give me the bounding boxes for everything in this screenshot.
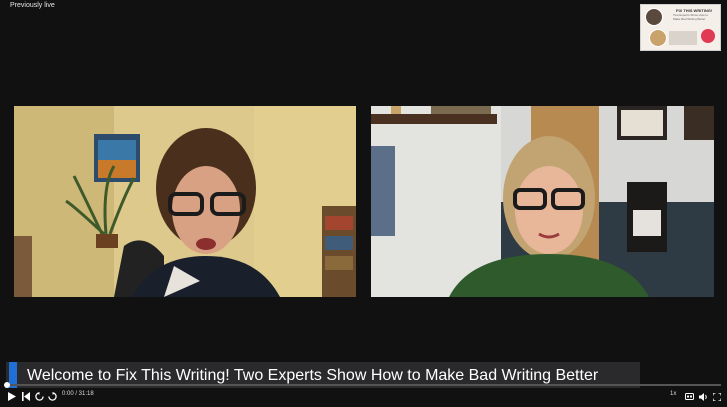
play-icon[interactable] — [7, 390, 17, 403]
volume-icon[interactable] — [698, 390, 708, 403]
playback-rate-button[interactable]: 1x — [670, 391, 676, 397]
event-thumbnail[interactable]: FIX THIS WRITING! Two Experts Show How t… — [640, 4, 721, 51]
progress-bar[interactable] — [4, 382, 721, 388]
participant-video-right — [371, 106, 714, 297]
host-avatar — [645, 8, 663, 26]
time-display: 0:00 / 31:18 — [62, 391, 94, 397]
live-status-label: Previously live — [10, 2, 55, 9]
thumbnail-subtitle: Two Experts Show How to Make Bad Writing… — [673, 13, 709, 21]
date-badge — [701, 29, 715, 43]
guest-avatar — [649, 29, 667, 47]
forward-10-icon[interactable] — [47, 390, 57, 403]
closed-captions-icon[interactable] — [684, 390, 694, 403]
participant-video-left — [14, 106, 356, 297]
fullscreen-icon[interactable] — [712, 390, 722, 403]
rewind-10-icon[interactable] — [34, 390, 44, 403]
player-controls: 0:00 / 31:18 1x — [0, 388, 727, 406]
caption-text: Welcome to Fix This Writing! Two Experts… — [27, 367, 599, 384]
thumbnail-graphic — [669, 31, 697, 45]
skip-previous-icon[interactable] — [21, 390, 31, 403]
